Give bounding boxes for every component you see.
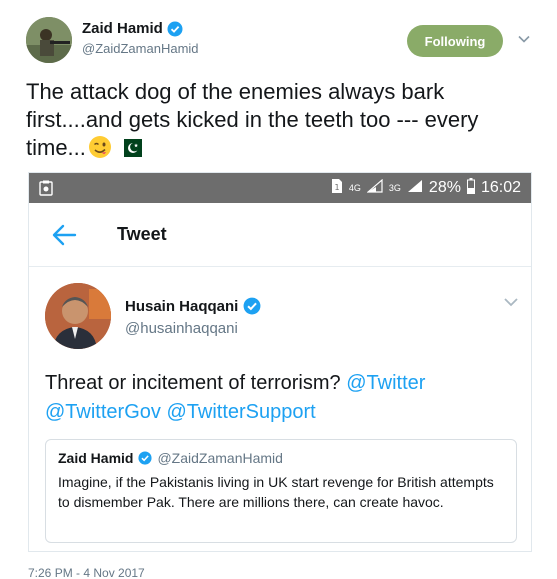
avatar[interactable]	[45, 283, 111, 349]
following-button[interactable]: Following	[407, 25, 503, 57]
author-handle[interactable]: @ZaidZamanHamid	[82, 41, 199, 56]
quoted-tweet-text: Imagine, if the Pakistanis living in UK …	[58, 474, 494, 510]
notification-icon	[39, 180, 53, 196]
verified-badge-icon	[243, 297, 261, 315]
battery-icon	[466, 177, 475, 199]
back-arrow-icon[interactable]	[51, 223, 77, 247]
sim-icon: 1	[331, 178, 343, 199]
mention-link[interactable]: @Twitter	[346, 372, 425, 394]
network-4g: 4G	[348, 182, 361, 193]
chevron-down-icon[interactable]	[503, 295, 519, 309]
tweet-text-content: Threat or incitement of terrorism?	[45, 372, 347, 394]
signal-icon	[366, 178, 383, 198]
winking-face-icon	[88, 135, 112, 159]
pakistan-flag-icon	[117, 136, 142, 157]
status-time: 16:02	[480, 179, 521, 196]
battery-percent: 28%	[428, 179, 461, 196]
network-3g: 3G	[388, 182, 401, 193]
status-bar: 1 4G 3G 28% 16:02	[29, 173, 531, 203]
quoted-author-row: Zaid Hamid @ZaidZamanHamid	[58, 450, 283, 466]
status-icons: 1 4G 3G 28% 16:02	[331, 173, 521, 203]
quoted-author-name: Zaid Hamid	[58, 450, 134, 466]
author-handle[interactable]: @husainhaqqani	[125, 320, 238, 337]
tweet-timestamp[interactable]: 7:26 PM - 4 Nov 2017	[28, 566, 145, 579]
author-name-row: Zaid Hamid	[82, 20, 183, 37]
quoted-tweet[interactable]: Zaid Hamid @ZaidZamanHamid Imagine, if t…	[45, 439, 517, 543]
signal-icon	[407, 179, 423, 198]
verified-badge-icon	[167, 21, 183, 37]
embedded-screenshot: 1 4G 3G 28% 16:02 Tweet Husain Haqqani @…	[28, 172, 532, 552]
app-header: Tweet	[29, 203, 531, 267]
author-name-row: Husain Haqqani	[125, 297, 261, 315]
mention-link[interactable]: @TwitterGov	[45, 401, 161, 423]
avatar[interactable]	[26, 17, 72, 63]
tweet-text: Threat or incitement of terrorism? @Twit…	[45, 369, 515, 427]
chevron-down-icon[interactable]	[517, 32, 531, 46]
mention-link[interactable]: @TwitterSupport	[166, 401, 315, 423]
quoted-author-handle: @ZaidZamanHamid	[157, 450, 283, 466]
svg-text:1: 1	[334, 183, 339, 192]
page-title: Tweet	[117, 224, 167, 244]
author-name[interactable]: Zaid Hamid	[82, 20, 163, 37]
author-name[interactable]: Husain Haqqani	[125, 298, 238, 315]
tweet-text: The attack dog of the enemies always bar…	[26, 78, 526, 162]
verified-badge-icon	[138, 451, 153, 465]
